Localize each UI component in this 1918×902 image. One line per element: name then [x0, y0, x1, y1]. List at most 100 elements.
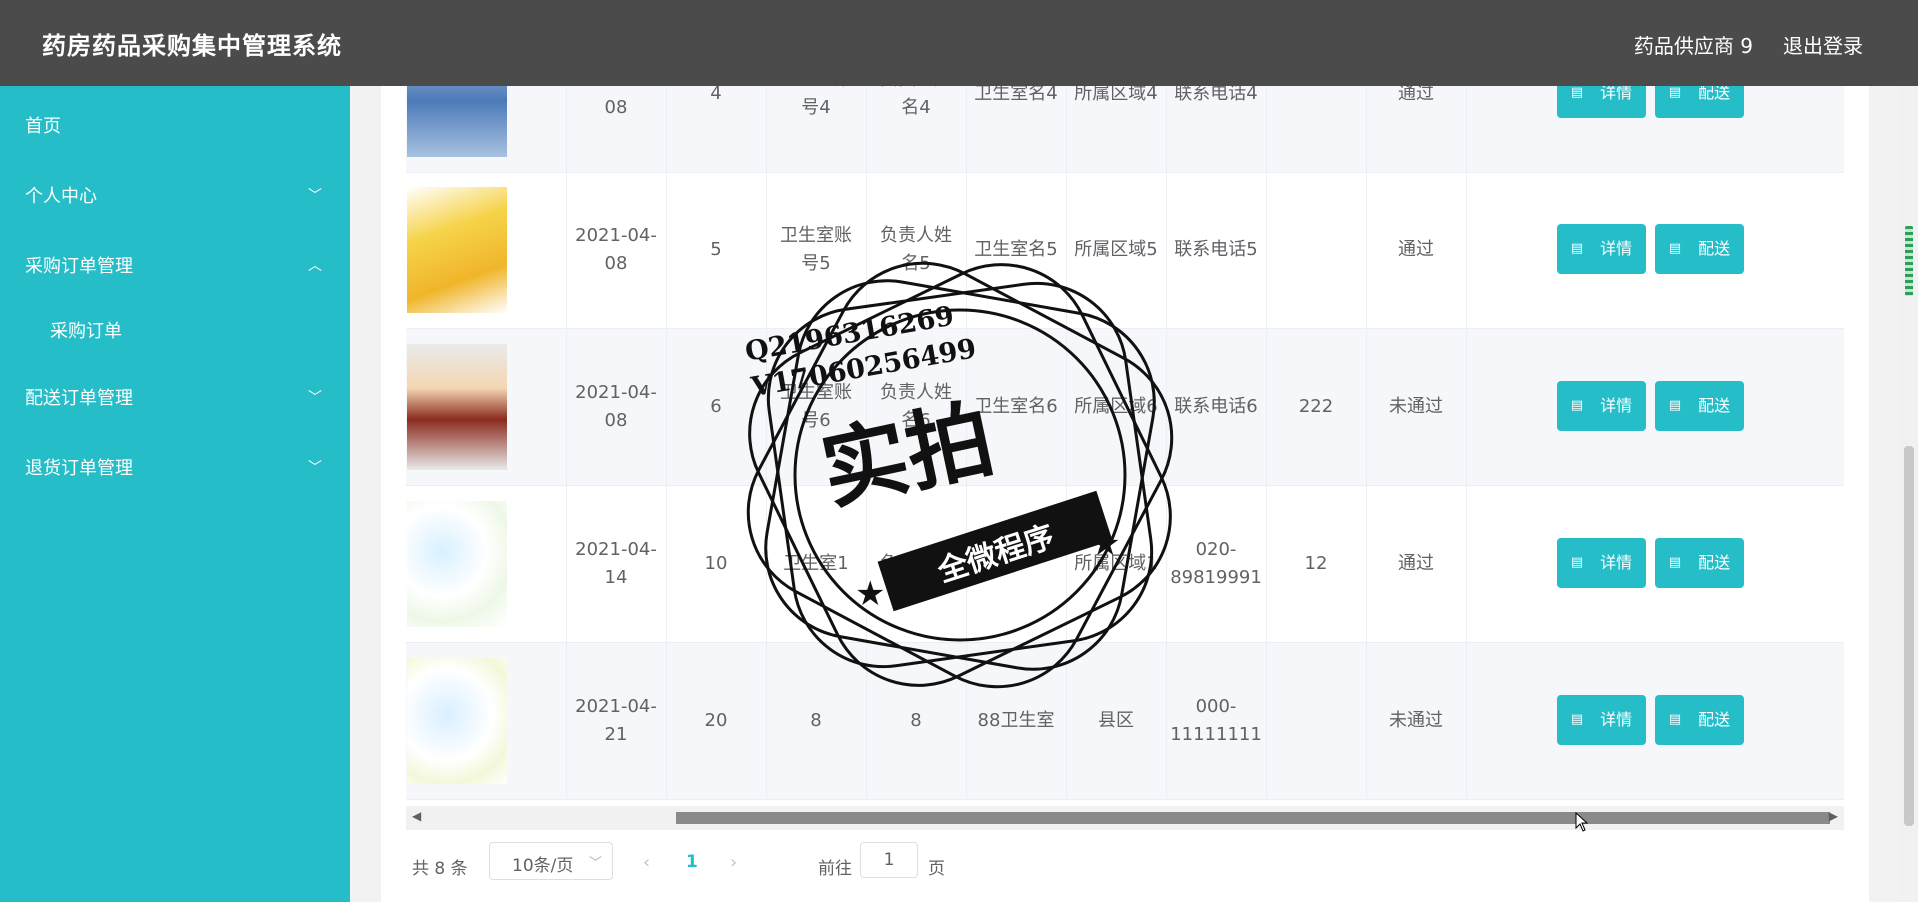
extra-number: 222	[1298, 396, 1334, 417]
sidebar-item-home[interactable]: 首页	[0, 95, 350, 151]
date-cell: 2021-04-21	[566, 643, 667, 799]
region: 所属区域5	[1074, 239, 1158, 260]
ops-cell: ▤ 详情 ▤ 配送	[1466, 486, 1844, 642]
detail-button[interactable]: ▤ 详情	[1557, 538, 1646, 588]
chevron-down-icon: ﹀	[308, 188, 322, 204]
sidebar-item-purchase-order[interactable]: 采购订单	[0, 300, 350, 356]
sidebar-item-label: 个人中心	[25, 186, 97, 207]
order-table: 2021-04-08 4 卫生室账号4 负责人姓名4 卫生室名4 所属区域4 联…	[406, 86, 1844, 806]
detail-button[interactable]: ▤ 详情	[1557, 381, 1646, 431]
current-page[interactable]: 1	[686, 852, 698, 872]
pagination: 共 8 条 10条/页 ﹀ ‹ 1 › 前往 页	[406, 842, 1206, 890]
phone-cell: 联系电话5	[1166, 172, 1267, 328]
goto-unit: 页	[928, 859, 945, 879]
table-row: 2021-04-08 6 卫生室账号6 负责人姓名6 卫生室名6 所属区域6 联…	[406, 329, 1844, 486]
detail-button[interactable]: ▤ 详情	[1557, 695, 1646, 745]
order-date: 2021-04-08	[575, 86, 657, 118]
top-header: 药房药品采购集中管理系统 药品供应商 9 退出登录	[0, 0, 1918, 86]
chevron-down-icon: ﹀	[588, 856, 602, 871]
deliver-button[interactable]: ▤ 配送	[1655, 381, 1744, 431]
qty-cell: 10	[666, 486, 767, 642]
drug-image	[407, 86, 507, 157]
page-size-select[interactable]: 10条/页 ﹀	[489, 842, 613, 880]
person-name: 8	[910, 710, 922, 731]
deliver-button[interactable]: ▤ 配送	[1655, 538, 1744, 588]
review-status: 通过	[1398, 86, 1434, 104]
person-cell: 负责人姓名4	[866, 86, 967, 172]
current-user: 药品供应商 9	[1633, 34, 1753, 58]
quantity: 6	[710, 396, 722, 417]
region: 所属区域4	[1074, 86, 1158, 104]
sidebar-item-personal-center[interactable]: 个人中心 ﹀	[0, 165, 350, 221]
sidebar-item-delivery-order-management[interactable]: 配送订单管理 ﹀	[0, 367, 350, 423]
region: 所属区域1	[1074, 553, 1158, 574]
detail-label: 详情	[1600, 86, 1633, 102]
detail-label: 详情	[1600, 553, 1633, 572]
goto-page-input[interactable]	[860, 842, 918, 878]
drug-image-cell	[406, 329, 567, 485]
person-name: 负责人姓	[880, 553, 952, 574]
table-row: 2021-04-08 4 卫生室账号4 负责人姓名4 卫生室名4 所属区域4 联…	[406, 86, 1844, 173]
contact-phone: 联系电话4	[1174, 86, 1258, 104]
chevron-down-icon: ﹀	[308, 460, 322, 476]
prev-page-button[interactable]: ‹	[643, 852, 650, 873]
contact-phone: 联系电话5	[1174, 239, 1258, 260]
deliver-button[interactable]: ▤ 配送	[1655, 224, 1744, 274]
detail-button[interactable]: ▤ 详情	[1557, 224, 1646, 274]
drug-image-cell	[406, 86, 567, 172]
date-cell: 2021-04-08	[566, 329, 667, 485]
logout-link[interactable]: 退出登录	[1783, 30, 1863, 59]
num-cell	[1266, 643, 1367, 799]
area-cell: 所属区域1	[1066, 486, 1167, 642]
clinic-account: 卫生室账号4	[780, 86, 852, 118]
sidebar-item-purchase-order-management[interactable]: 采购订单管理 ︿	[0, 235, 350, 291]
date-cell: 2021-04-08	[566, 172, 667, 328]
person-name: 负责人姓名6	[880, 382, 952, 431]
quantity: 20	[704, 710, 728, 731]
order-date: 2021-04-08	[575, 225, 657, 274]
drug-image-cell	[406, 486, 567, 642]
scroll-right-icon[interactable]: ▶	[1829, 809, 1838, 823]
account-cell: 卫生室账号5	[766, 172, 867, 328]
qty-cell: 20	[666, 643, 767, 799]
document-icon: ▤	[1570, 555, 1584, 570]
table-row: 2021-04-21 20 8 8 88卫生室 县区 000-11111111 …	[406, 643, 1844, 800]
next-page-button[interactable]: ›	[730, 852, 737, 873]
clinic-account: 卫生室1	[783, 553, 849, 574]
date-cell: 2021-04-14	[566, 486, 667, 642]
clinic-name: 卫生室名5	[974, 239, 1058, 260]
chevron-up-icon: ︿	[308, 258, 322, 274]
drug-image	[407, 187, 507, 313]
num-cell	[1266, 86, 1367, 172]
room-cell: 卫生室名6	[966, 329, 1067, 485]
sidebar-item-return-order-management[interactable]: 退货订单管理 ﹀	[0, 437, 350, 493]
clinic-account: 卫生室账号5	[780, 225, 852, 274]
document-icon: ▤	[1570, 241, 1584, 256]
detail-label: 详情	[1600, 710, 1633, 729]
document-icon: ▤	[1668, 241, 1682, 256]
area-cell: 县区	[1066, 643, 1167, 799]
deliver-button[interactable]: ▤ 配送	[1655, 86, 1744, 118]
scrollbar-thumb[interactable]	[676, 812, 1830, 824]
detail-button[interactable]: ▤ 详情	[1557, 86, 1646, 118]
person-cell: 负责人姓	[866, 486, 967, 642]
drug-image	[407, 658, 507, 784]
scroll-left-icon[interactable]: ◀	[412, 809, 421, 823]
room-cell: 88卫生室	[966, 643, 1067, 799]
page-vertical-scrollbar[interactable]	[1900, 86, 1918, 902]
deliver-button[interactable]: ▤ 配送	[1655, 695, 1744, 745]
drug-image	[407, 344, 507, 470]
area-cell: 所属区域4	[1066, 86, 1167, 172]
status-cell: 未通过	[1366, 329, 1467, 485]
status-cell: 未通过	[1366, 643, 1467, 799]
account-cell: 卫生室1	[766, 486, 867, 642]
clinic-account: 8	[810, 710, 822, 731]
clinic-account: 卫生室账号6	[780, 382, 852, 431]
account-cell: 卫生室账号6	[766, 329, 867, 485]
quantity: 5	[710, 239, 722, 260]
deliver-label: 配送	[1698, 396, 1731, 415]
scrollbar-thumb[interactable]	[1904, 446, 1914, 826]
table-horizontal-scrollbar[interactable]: ◀ ▶	[406, 806, 1844, 830]
qty-cell: 5	[666, 172, 767, 328]
person-cell: 8	[866, 643, 967, 799]
